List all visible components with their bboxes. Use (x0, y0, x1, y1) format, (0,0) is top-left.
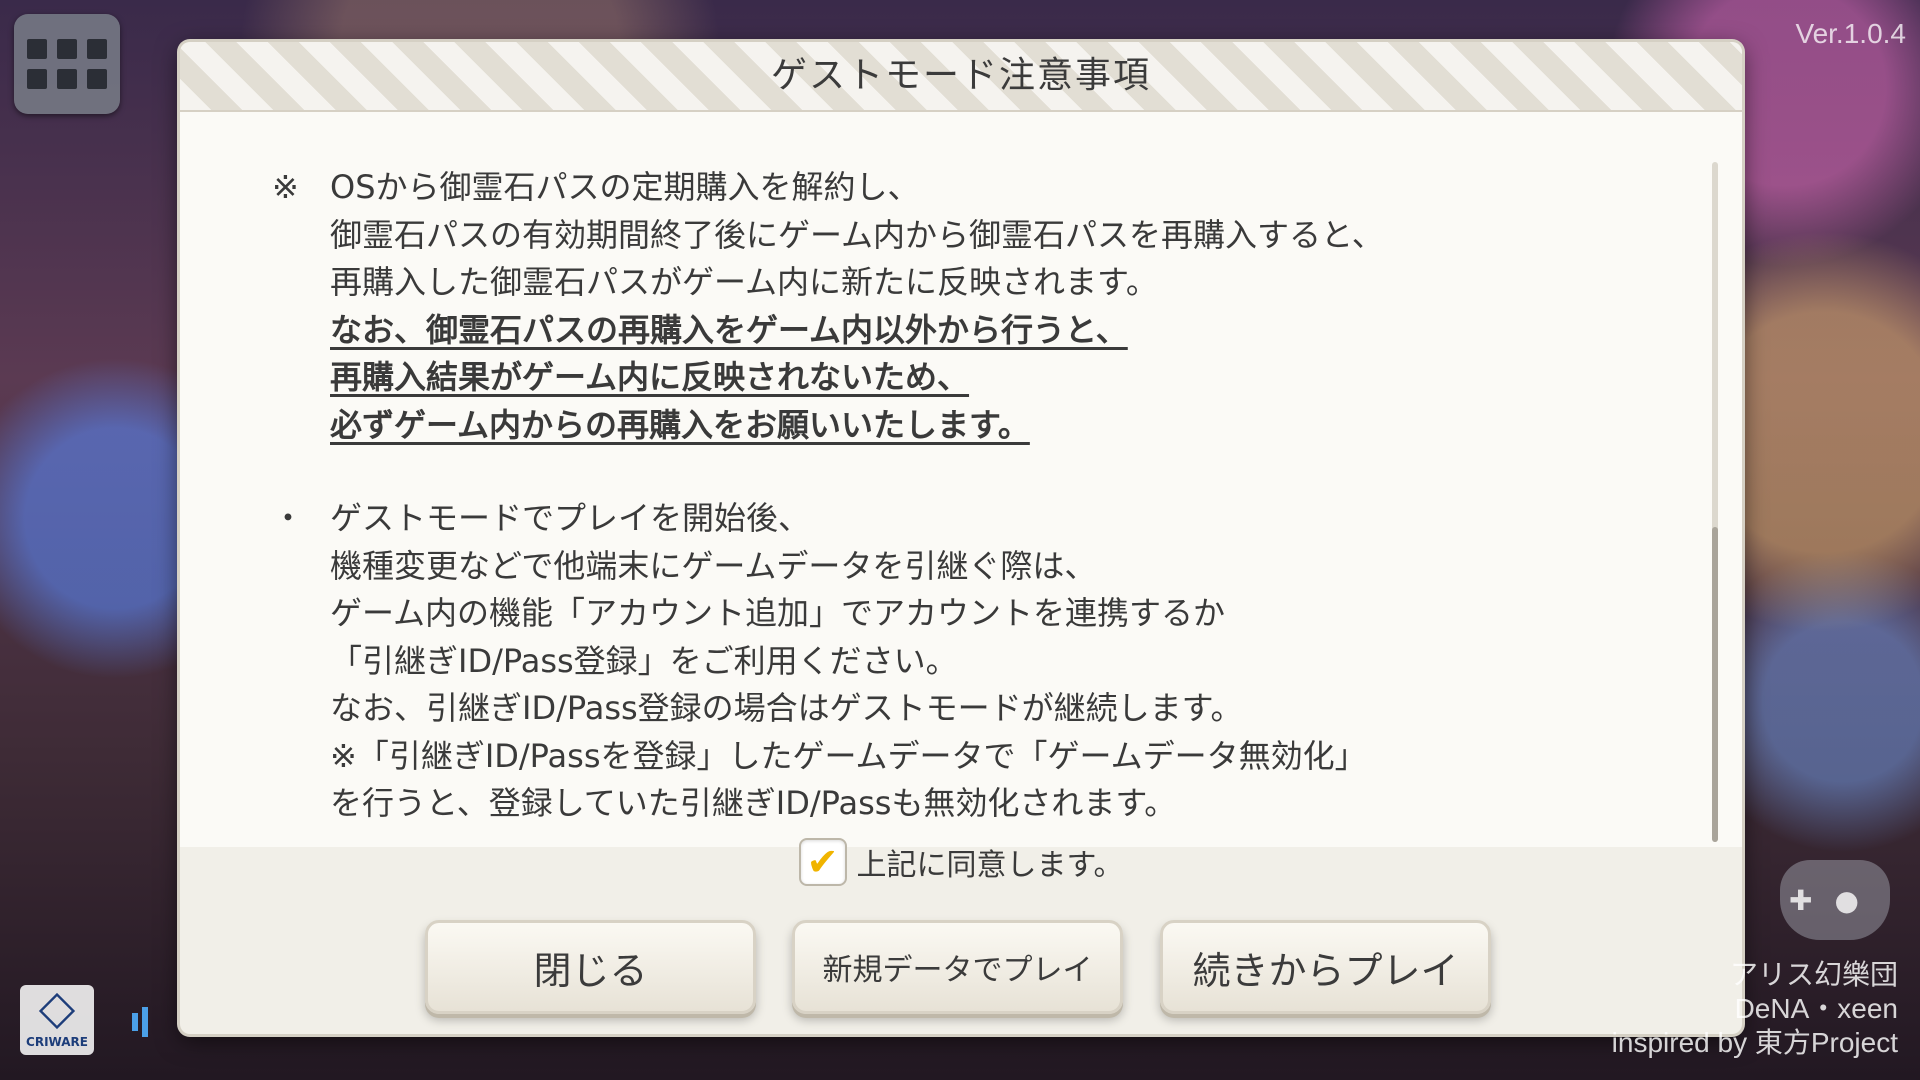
notice-line: 御霊石パスの有効期間終了後にゲーム内から御霊石パスを再購入すると、 (330, 215, 1384, 254)
grid-icon-cell (87, 69, 107, 89)
notice-section-repurchase: ※ OSから御霊石パスの定期購入を解約し、 御霊石パスの有効期間終了後にゲーム内… (272, 164, 1652, 449)
notice-emphasis-line: なお、御霊石パスの再購入をゲーム内以外から行うと、 (330, 310, 1128, 349)
credit-line: inspired by 東方Project (1611, 1027, 1898, 1058)
notice-content-scroll-area[interactable]: ※ OSから御霊石パスの定期購入を解約し、 御霊石パスの有効期間終了後にゲーム内… (180, 112, 1742, 847)
play-new-data-button[interactable]: 新規データでプレイ (792, 920, 1123, 1014)
notice-line: ゲーム内の機能「アカウント追加」でアカウントを連携するか (330, 594, 1226, 632)
grid-icon-cell (87, 39, 107, 59)
notice-line: を行うと、登録していた引継ぎID/Passも無効化されます。 (330, 784, 1177, 822)
grid-icon-cell (57, 69, 77, 89)
note-mark: ※ (272, 168, 299, 206)
bullet-mark: ・ (272, 499, 305, 537)
scrollbar-thumb[interactable] (1712, 527, 1718, 842)
notice-emphasis-line: 再購入結果がゲーム内に反映されないため、 (330, 358, 970, 396)
notice-line: ゲストモードでプレイを開始後、 (330, 499, 811, 537)
menu-grid-button[interactable] (14, 14, 120, 114)
agree-label[interactable]: 上記に同意します。 (857, 840, 1124, 884)
grid-icon-cell (27, 39, 47, 59)
guest-mode-notice-dialog: ゲストモード注意事項 ※ OSから御霊石パスの定期購入を解約し、 御霊石パスの有… (180, 42, 1742, 1034)
criware-logo: CRIWARE (20, 985, 94, 1055)
credits: アリス幻樂団 DeNA・xeen inspired by 東方Project (1612, 958, 1898, 1060)
cube-icon (38, 992, 76, 1030)
notice-line: OSから御霊石パスの定期購入を解約し、 (330, 168, 920, 206)
grid-icon-cell (57, 39, 77, 59)
grid-icon-cell (27, 69, 47, 89)
dialog-title: ゲストモード注意事項 (770, 55, 1151, 96)
continue-play-button[interactable]: 続きからプレイ (1160, 920, 1491, 1014)
notice-line: なお、引継ぎID/Pass登録の場合はゲストモードが継続します。 (330, 689, 1243, 727)
notice-line: ※「引継ぎID/Passを登録」したゲームデータで「ゲームデータ無効化」 (330, 736, 1367, 775)
close-button[interactable]: 閉じる (425, 920, 756, 1014)
checkmark-icon: ✔ (806, 840, 839, 884)
sound-bars-icon (132, 1005, 162, 1039)
notice-text: ※ OSから御霊石パスの定期購入を解約し、 御霊石パスの有効期間終了後にゲーム内… (272, 164, 1652, 828)
notice-emphasis-line: 必ずゲーム内からの再購入をお願いいたします。 (330, 405, 1030, 444)
agree-checkbox[interactable]: ✔ (798, 838, 847, 886)
gamepad-icon[interactable]: ✚● (1780, 860, 1890, 940)
notice-line: 「引継ぎID/Pass登録」をご利用ください。 (330, 641, 958, 680)
dialog-header: ゲストモード注意事項 (180, 42, 1742, 112)
agree-row[interactable]: ✔ 上記に同意します。 (180, 832, 1742, 892)
notice-line: 機種変更などで他端末にゲームデータを引継ぐ際は、 (330, 546, 1097, 585)
scrollbar-track[interactable] (1712, 162, 1718, 842)
credit-line: DeNA・xeen (1734, 993, 1898, 1024)
notice-line: 再購入した御霊石パスがゲーム内に新たに反映されます。 (330, 263, 1158, 301)
notice-section-transfer: ・ ゲストモードでプレイを開始後、 機種変更などで他端末にゲームデータを引継ぐ際… (272, 495, 1652, 828)
version-label: Ver.1.0.4 (1795, 18, 1906, 49)
credit-line: アリス幻樂団 (1729, 959, 1898, 990)
criware-label: CRIWARE (26, 1035, 88, 1049)
